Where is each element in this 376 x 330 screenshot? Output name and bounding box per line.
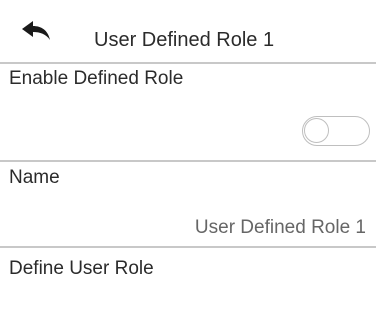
section-divider [0,246,376,248]
header-divider [0,62,376,64]
name-value[interactable]: User Defined Role 1 [195,217,366,239]
back-button[interactable] [10,12,62,50]
page-title: User Defined Role 1 [94,29,275,51]
toggle-knob [304,118,329,143]
enable-defined-role-toggle[interactable] [302,116,370,146]
enable-defined-role-label: Enable Defined Role [9,68,184,89]
name-label: Name [9,167,60,188]
back-arrow-icon [22,21,50,40]
header-bar: User Defined Role 1 [0,0,376,60]
section-divider [0,160,376,162]
define-user-role-label[interactable]: Define User Role [9,258,154,280]
